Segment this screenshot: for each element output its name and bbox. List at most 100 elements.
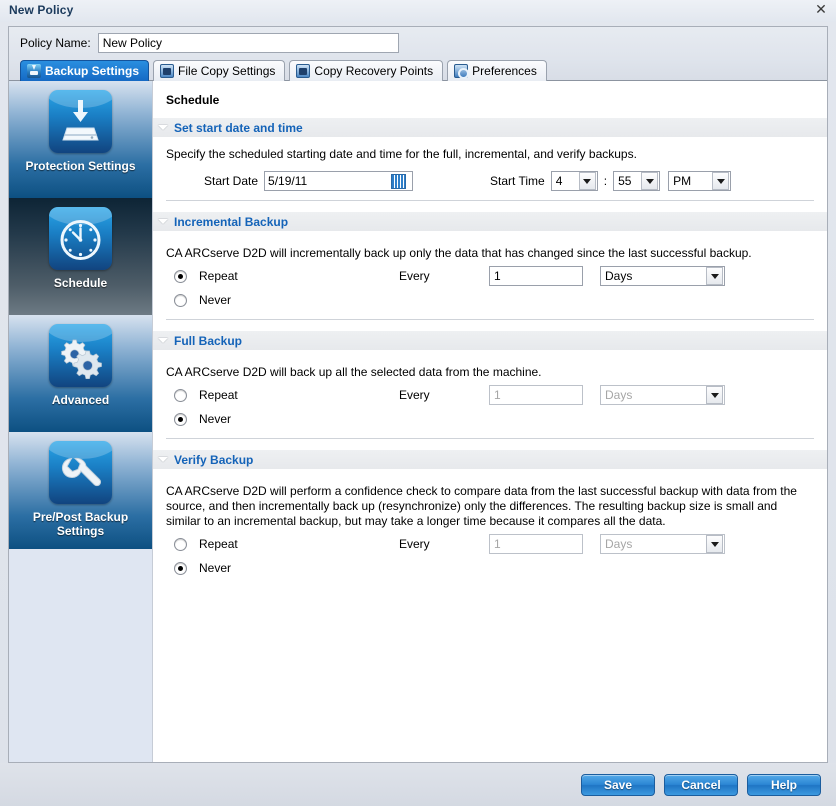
start-date-input[interactable] [265,172,391,190]
divider [166,200,814,201]
section-header-full-backup[interactable]: Full Backup [153,331,827,350]
policy-name-input[interactable] [98,33,399,53]
start-date-time-row: Start Date Start Time 4 : [166,171,814,191]
section-header-verify-backup[interactable]: Verify Backup [153,450,827,469]
section-title-start-date-time: Set start date and time [174,121,303,135]
tab-copy-recovery-points[interactable]: Copy Recovery Points [289,60,443,81]
schedule-form: Schedule Set start date and time Specify… [153,81,827,762]
sidebar-item-schedule-label: Schedule [50,276,111,290]
wrench-icon [49,441,112,504]
title-bar: New Policy ✕ [0,0,836,22]
section-body-verify-backup: CA ARCserve D2D will perform a confidenc… [153,484,827,580]
new-policy-dialog: New Policy ✕ Policy Name: Backup Setting… [0,0,836,806]
chevron-down-icon [158,122,169,133]
policy-name-label: Policy Name: [20,36,91,50]
close-icon[interactable]: ✕ [813,3,829,19]
chevron-down-icon [158,216,169,227]
full-never-radio[interactable] [174,413,187,426]
verify-never-label: Never [199,561,289,575]
full-options: Repeat Every Days Never [166,383,814,431]
sidebar-filler [9,549,152,762]
full-repeat-radio[interactable] [174,389,187,402]
verify-unit-select: Days [600,534,725,554]
incremental-repeat-row: Repeat Every Days [166,264,814,288]
sidebar-item-schedule[interactable]: Schedule [9,198,152,315]
backup-disk-icon [27,64,41,78]
sidebar-item-advanced-label: Advanced [48,393,113,407]
start-date-label: Start Date [204,174,258,188]
verify-description: CA ARCserve D2D will perform a confidenc… [166,484,814,529]
tab-preferences[interactable]: Preferences [447,60,547,81]
chevron-down-icon[interactable] [579,172,596,190]
chevron-down-icon[interactable] [712,172,729,190]
verify-every-input [489,534,583,554]
settings-sidebar: Protection Settings [9,81,153,762]
full-unit-select: Days [600,385,725,405]
start-time-hour-value: 4 [552,174,579,188]
sidebar-item-protection-settings[interactable]: Protection Settings [9,81,152,198]
chevron-down-icon [158,454,169,465]
tab-file-copy-settings[interactable]: File Copy Settings [153,60,285,81]
verify-unit-value: Days [601,537,706,551]
incremental-every-input[interactable] [489,266,583,286]
incremental-description: CA ARCserve D2D will incrementally back … [166,246,814,261]
start-date-field[interactable] [264,171,413,191]
copy-recovery-icon [296,64,310,78]
start-time-minute-select[interactable]: 55 [613,171,660,191]
policy-name-row: Policy Name: [9,27,827,59]
start-time-label: Start Time [490,174,545,188]
full-every-input [489,385,583,405]
window-title: New Policy [9,3,73,17]
verify-every-label: Every [399,537,489,551]
section-header-incremental-backup[interactable]: Incremental Backup [153,212,827,231]
start-description: Specify the scheduled starting date and … [166,147,814,162]
chevron-down-icon[interactable] [641,172,658,190]
incremental-repeat-label: Repeat [199,269,289,283]
preferences-gear-icon [454,64,468,78]
verify-repeat-label: Repeat [199,537,289,551]
chevron-down-icon [706,535,723,553]
full-description: CA ARCserve D2D will back up all the sel… [166,365,814,380]
start-time-hour-select[interactable]: 4 [551,171,598,191]
start-time-meridiem-select[interactable]: PM [668,171,731,191]
section-title-incremental-backup: Incremental Backup [174,215,288,229]
section-header-start-date-time[interactable]: Set start date and time [153,118,827,137]
full-never-label: Never [199,412,289,426]
chevron-down-icon [158,335,169,346]
help-button[interactable]: Help [747,774,821,796]
tab-backup-settings[interactable]: Backup Settings [20,60,149,81]
incremental-never-radio[interactable] [174,294,187,307]
divider [166,438,814,439]
sidebar-item-pre-post-backup-settings[interactable]: Pre/Post Backup Settings [9,432,152,549]
verify-never-radio[interactable] [174,562,187,575]
section-body-start-date-time: Specify the scheduled starting date and … [153,147,827,201]
dialog-panel: Policy Name: Backup Settings File Copy S… [8,26,828,763]
incremental-never-label: Never [199,293,289,307]
incremental-every-label: Every [399,269,489,283]
page-title: Schedule [153,81,827,107]
verify-repeat-row: Repeat Every Days [166,532,814,556]
time-colon: : [604,174,607,188]
save-button[interactable]: Save [581,774,655,796]
incremental-repeat-radio[interactable] [174,270,187,283]
sidebar-item-pre-post-backup-settings-label: Pre/Post Backup Settings [9,510,152,538]
full-every-label: Every [399,388,489,402]
full-repeat-label: Repeat [199,388,289,402]
section-title-full-backup: Full Backup [174,334,242,348]
section-title-verify-backup: Verify Backup [174,453,253,467]
cancel-button[interactable]: Cancel [664,774,738,796]
verify-repeat-radio[interactable] [174,538,187,551]
chevron-down-icon[interactable] [706,267,723,285]
tab-strip: Backup Settings File Copy Settings Copy … [9,59,827,81]
sidebar-item-advanced[interactable]: Advanced [9,315,152,432]
gears-icon [49,324,112,387]
calendar-icon[interactable] [391,174,406,189]
sidebar-item-protection-settings-label: Protection Settings [21,159,139,173]
protection-disk-icon [49,90,112,153]
full-unit-value: Days [601,388,706,402]
incremental-unit-select[interactable]: Days [600,266,725,286]
file-copy-icon [160,64,174,78]
tab-backup-settings-label: Backup Settings [45,64,139,78]
incremental-never-row: Never [166,288,814,312]
incremental-unit-value: Days [601,269,706,283]
